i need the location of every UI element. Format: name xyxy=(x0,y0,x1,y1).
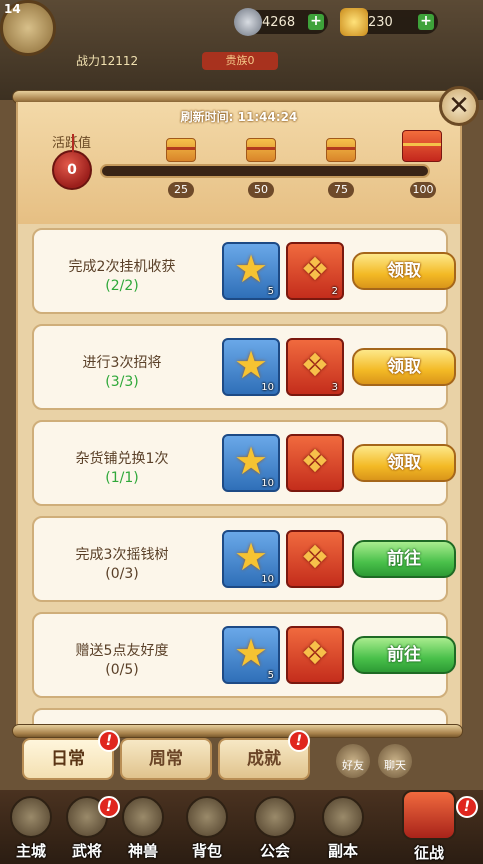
task-item: 完成3次摇钱树 (0/3) ★ 10 ❖ 前往 xyxy=(32,516,456,602)
reward-gift[interactable]: ❖ 2 xyxy=(286,242,344,300)
reward-gift[interactable]: ❖ xyxy=(286,530,344,588)
noble-rank[interactable]: 贵族0 xyxy=(202,52,278,70)
reward-gift[interactable]: ❖ xyxy=(286,434,344,492)
silver-counter: 4268 + xyxy=(234,8,328,36)
go-button[interactable]: 前往 xyxy=(352,540,456,578)
activity-value: 0 xyxy=(67,162,77,178)
task-item: 赠送5点友好度 (0/5) ★ 5 ❖ 前往 xyxy=(32,612,456,698)
nav-beasts[interactable]: 神兽 xyxy=(116,796,170,862)
reward-star[interactable]: ★ 10 xyxy=(222,530,280,588)
reward-quantity: 5 xyxy=(267,286,274,297)
friends-shortcut[interactable]: 好友 xyxy=(336,744,370,778)
alert-badge: ! xyxy=(288,730,310,752)
reward-quantity: 2 xyxy=(331,286,338,297)
activity-progress-bar xyxy=(100,164,430,178)
reward-star[interactable]: ★ 5 xyxy=(222,626,280,684)
reward-gift[interactable]: ❖ 3 xyxy=(286,338,344,396)
tab-weekly[interactable]: 周常 xyxy=(120,738,212,780)
claim-button[interactable]: 领取 xyxy=(352,444,456,482)
armor-icon: ❖ xyxy=(300,442,330,480)
armor-icon: ❖ xyxy=(300,634,330,672)
nav-bag[interactable]: 背包 xyxy=(180,796,234,862)
task-progress: (1/1) xyxy=(105,470,139,486)
milestone-chest-75[interactable] xyxy=(326,138,356,162)
nav-label: 神兽 xyxy=(127,842,158,860)
bag-icon xyxy=(186,796,228,838)
task-progress: (2/2) xyxy=(105,278,139,294)
alert-badge: ! xyxy=(456,796,478,818)
top-hud: 14 4268 + 230 + 战力12112 贵族0 xyxy=(0,0,483,100)
task-name: 赠送5点友好度 xyxy=(75,643,169,659)
add-silver-button[interactable]: + xyxy=(308,14,324,30)
claim-button[interactable]: 领取 xyxy=(352,348,456,386)
combat-power: 战力12112 xyxy=(76,54,139,68)
gold-ingot-icon xyxy=(340,8,368,36)
reward-quantity: 10 xyxy=(261,478,274,489)
silver-amount: 4268 xyxy=(262,14,296,30)
close-button[interactable]: ✕ xyxy=(439,86,479,126)
milestone-chest-100[interactable] xyxy=(402,130,442,162)
alert-badge: ! xyxy=(98,796,120,818)
war-gate-icon xyxy=(402,790,456,840)
guild-icon xyxy=(254,796,296,838)
chat-shortcut[interactable]: 聊天 xyxy=(378,744,412,778)
nav-label: 主城 xyxy=(15,842,46,860)
nav-campaign[interactable]: 征战 xyxy=(402,790,456,862)
bottom-nav: 主城 武将 神兽 背包 公会 副本 征战 ! ! xyxy=(0,790,483,864)
milestone-label: 100 xyxy=(410,182,436,198)
close-icon: ✕ xyxy=(448,91,470,121)
reward-star[interactable]: ★ 10 xyxy=(222,434,280,492)
task-item: 完成2次挂机收获 (2/2) ★ 5 ❖ 2 领取 xyxy=(32,228,456,314)
milestone-label: 25 xyxy=(168,182,194,198)
reward-quantity: 10 xyxy=(261,382,274,393)
gold-amount: 230 xyxy=(368,14,393,30)
scroll-bottom-rod xyxy=(12,724,463,738)
task-item: 杂货铺兑换1次 (1/1) ★ 10 ❖ 领取 xyxy=(32,420,456,506)
activity-header: 刷新时间: 11:44:24 活跃值 0 25 50 75 100 xyxy=(16,102,462,224)
reward-quantity: 10 xyxy=(261,574,274,585)
reward-quantity: 3 xyxy=(331,382,338,393)
nav-dungeon[interactable]: 副本 xyxy=(316,796,370,862)
nav-guild[interactable]: 公会 xyxy=(248,796,302,862)
nav-label: 武将 xyxy=(71,842,102,860)
city-icon xyxy=(10,796,52,838)
refresh-time: 刷新时间: 11:44:24 xyxy=(180,110,298,124)
task-item: 进行3次招将 (3/3) ★ 10 ❖ 3 领取 xyxy=(32,324,456,410)
milestone-chest-25[interactable] xyxy=(166,138,196,162)
task-name: 完成3次摇钱树 xyxy=(75,547,169,563)
milestone-label: 50 xyxy=(248,182,274,198)
alert-badge: ! xyxy=(98,730,120,752)
player-level: 14 xyxy=(4,2,21,16)
nav-label: 征战 xyxy=(413,844,444,862)
reward-gift[interactable]: ❖ xyxy=(286,626,344,684)
task-name: 进行3次招将 xyxy=(82,355,162,371)
reward-star[interactable]: ★ 10 xyxy=(222,338,280,396)
task-list[interactable]: 完成2次挂机收获 (2/2) ★ 5 ❖ 2 领取 进行3次招将 (3/3) ★… xyxy=(16,224,462,728)
activity-value-ball: 0 xyxy=(52,134,92,190)
nav-label: 背包 xyxy=(191,842,222,860)
armor-icon: ❖ xyxy=(300,538,330,576)
nav-main-city[interactable]: 主城 xyxy=(4,796,58,862)
task-name: 杂货铺兑换1次 xyxy=(75,451,169,467)
task-progress: (0/3) xyxy=(105,566,139,582)
nav-label: 副本 xyxy=(327,842,358,860)
beast-icon xyxy=(122,796,164,838)
milestone-chest-50[interactable] xyxy=(246,138,276,162)
gold-counter: 230 + xyxy=(340,8,438,36)
milestone-label: 75 xyxy=(328,182,354,198)
claim-button[interactable]: 领取 xyxy=(352,252,456,290)
silver-coin-icon xyxy=(234,8,262,36)
go-button[interactable]: 前往 xyxy=(352,636,456,674)
add-gold-button[interactable]: + xyxy=(418,14,434,30)
reward-star[interactable]: ★ 5 xyxy=(222,242,280,300)
task-name: 完成2次挂机收获 xyxy=(68,259,176,275)
nav-label: 公会 xyxy=(259,842,290,860)
dungeon-icon xyxy=(322,796,364,838)
task-progress: (3/3) xyxy=(105,374,139,390)
reward-quantity: 5 xyxy=(267,670,274,681)
task-progress: (0/5) xyxy=(105,662,139,678)
